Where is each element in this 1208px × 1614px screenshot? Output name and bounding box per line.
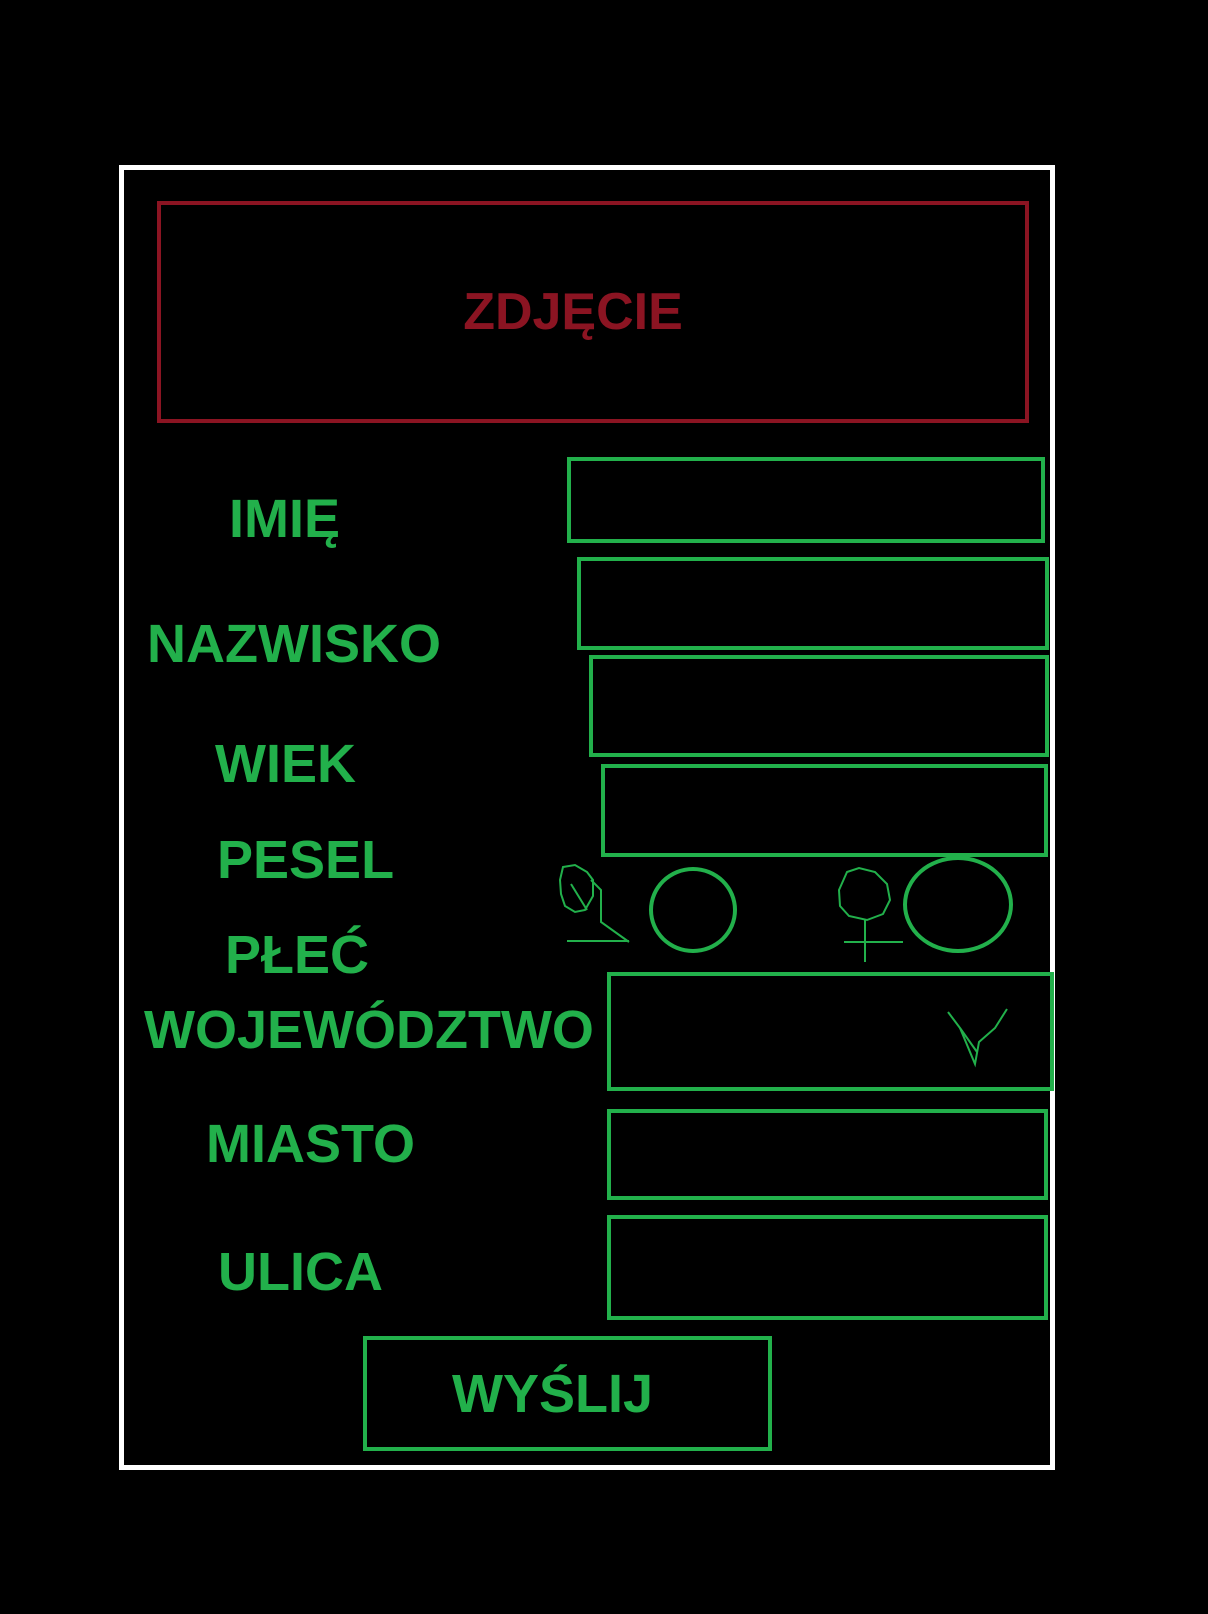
- city-label: MIASTO: [206, 1114, 416, 1174]
- street-input[interactable]: [611, 1219, 1044, 1316]
- age-label: WIEK: [215, 734, 356, 794]
- submit-label: WYŚLIJ: [451, 1363, 654, 1424]
- street-label: ULICA: [218, 1242, 383, 1302]
- first-name-field[interactable]: [567, 457, 1045, 543]
- photo-placeholder[interactable]: ZDJĘCIE: [157, 201, 1029, 423]
- pesel-label: PESEL: [217, 830, 395, 890]
- last-name-field[interactable]: [577, 557, 1049, 650]
- first-name-label: IMIĘ: [229, 489, 341, 549]
- age-input[interactable]: [593, 659, 1045, 753]
- city-field[interactable]: [607, 1109, 1048, 1200]
- male-symbol-icon: [558, 863, 630, 943]
- female-radio[interactable]: [903, 856, 1013, 953]
- street-field[interactable]: [607, 1215, 1048, 1320]
- gender-label: PŁEĆ: [225, 925, 370, 985]
- voivodeship-label: WOJEWÓDZTWO: [144, 1000, 594, 1060]
- submit-button[interactable]: WYŚLIJ: [363, 1336, 772, 1451]
- last-name-input[interactable]: [581, 561, 1045, 646]
- last-name-label: NAZWISKO: [147, 614, 441, 674]
- city-input[interactable]: [611, 1113, 1044, 1196]
- male-radio[interactable]: [649, 867, 737, 953]
- female-symbol-icon: [837, 866, 903, 962]
- chevron-down-icon[interactable]: [945, 1006, 1010, 1072]
- pesel-input[interactable]: [605, 768, 1044, 853]
- pesel-field[interactable]: [601, 764, 1048, 857]
- first-name-input[interactable]: [571, 461, 1041, 539]
- photo-label: ZDJĘCIE: [463, 283, 683, 341]
- age-field[interactable]: [589, 655, 1049, 757]
